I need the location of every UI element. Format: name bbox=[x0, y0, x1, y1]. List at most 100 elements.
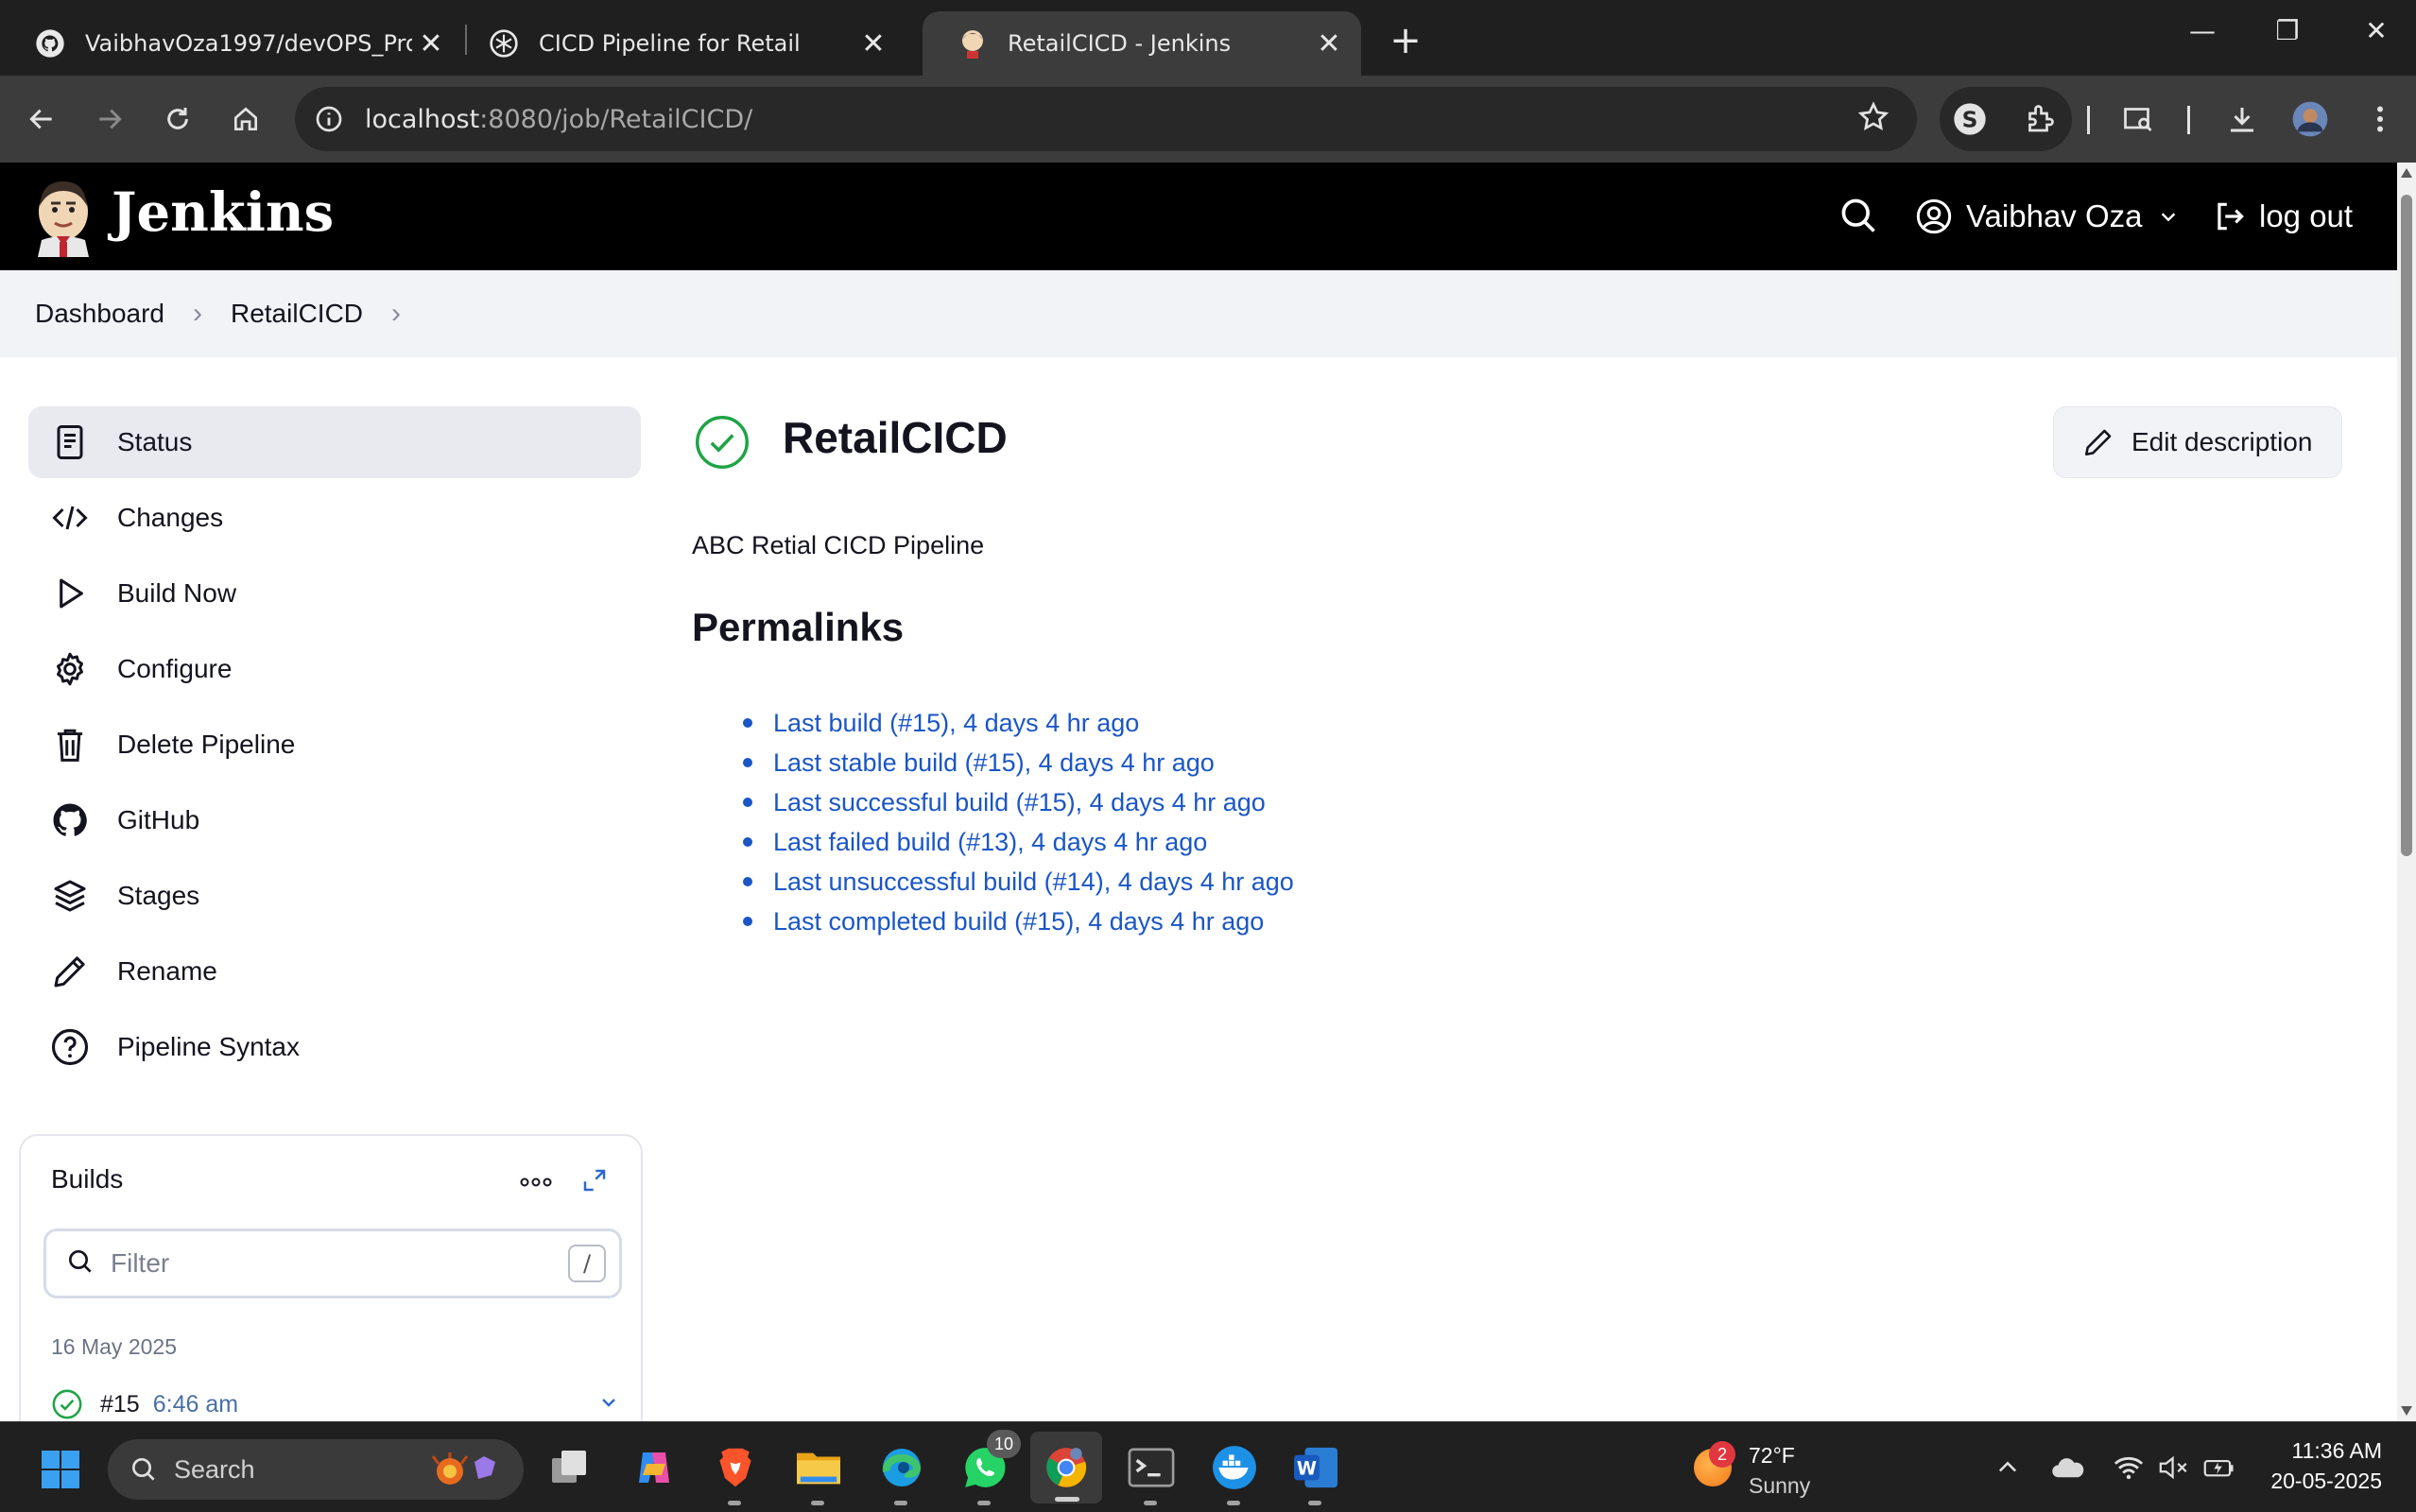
minimize-icon[interactable]: — bbox=[2174, 15, 2231, 46]
permalink-last-build[interactable]: Last build (#15), 4 days 4 hr ago bbox=[773, 709, 1139, 738]
url-host: localhost bbox=[365, 104, 480, 134]
more-options-icon[interactable] bbox=[520, 1162, 552, 1195]
list-item: Last stable build (#15), 4 days 4 hr ago bbox=[739, 743, 1294, 782]
tab-search-icon[interactable] bbox=[2115, 96, 2161, 142]
download-icon[interactable] bbox=[2219, 96, 2265, 142]
jenkins-logo-icon[interactable] bbox=[34, 178, 93, 257]
chatgpt-icon bbox=[488, 27, 520, 60]
system-clock[interactable]: 11:36 AM 20-05-2025 bbox=[2250, 1435, 2382, 1496]
forward-icon[interactable] bbox=[87, 96, 132, 142]
new-tab-button[interactable]: + bbox=[1382, 17, 1429, 64]
scroll-thumb[interactable] bbox=[2401, 195, 2412, 856]
close-icon[interactable]: ✕ bbox=[412, 27, 450, 60]
windows-start-icon[interactable] bbox=[38, 1447, 83, 1492]
window-close-icon[interactable]: ✕ bbox=[2348, 15, 2405, 46]
user-menu-button[interactable]: Vaibhav Oza bbox=[1915, 183, 2179, 249]
pencil-icon bbox=[2082, 426, 2114, 458]
edit-description-label: Edit description bbox=[2131, 427, 2313, 456]
permalink-last-failed-build[interactable]: Last failed build (#13), 4 days 4 hr ago bbox=[773, 828, 1207, 857]
user-name: Vaibhav Oza bbox=[1966, 198, 2143, 233]
chrome-browser-icon[interactable] bbox=[1030, 1432, 1102, 1503]
build-date-group: 16 May 2025 bbox=[51, 1334, 177, 1359]
permalink-last-successful-build[interactable]: Last successful build (#15), 4 days 4 hr… bbox=[773, 788, 1266, 817]
sidebar-item-delete-pipeline[interactable]: Delete Pipeline bbox=[28, 709, 641, 781]
word-icon[interactable]: W bbox=[1289, 1441, 1342, 1505]
scroll-down-arrow-icon[interactable] bbox=[2401, 1406, 2412, 1416]
layers-icon bbox=[49, 875, 91, 917]
site-info-icon[interactable] bbox=[310, 100, 348, 138]
restore-icon[interactable]: ❐ bbox=[2259, 15, 2316, 46]
success-icon bbox=[51, 1388, 83, 1420]
builds-filter[interactable]: / bbox=[43, 1228, 622, 1298]
running-indicator bbox=[1144, 1501, 1157, 1505]
back-icon[interactable] bbox=[19, 96, 64, 142]
page-scrollbar[interactable] bbox=[2397, 163, 2416, 1421]
onedrive-cloud-icon[interactable] bbox=[2051, 1451, 2085, 1485]
wifi-icon[interactable] bbox=[2112, 1451, 2146, 1485]
task-view-icon[interactable] bbox=[543, 1441, 595, 1494]
edit-description-button[interactable]: Edit description bbox=[2053, 406, 2342, 478]
sidebar-item-configure[interactable]: Configure bbox=[28, 633, 641, 705]
bullet bbox=[743, 718, 752, 728]
weather-temp: 72°F bbox=[1749, 1443, 1795, 1468]
reload-icon[interactable] bbox=[155, 96, 200, 142]
profile-avatar[interactable] bbox=[2287, 96, 2333, 142]
taskbar-search[interactable]: Search bbox=[108, 1439, 524, 1500]
menu-kebab-icon[interactable] bbox=[2357, 96, 2403, 142]
sidebar-item-label: Pipeline Syntax bbox=[117, 1032, 301, 1061]
search-icon bbox=[65, 1246, 95, 1280]
chevron-right-icon[interactable]: › bbox=[391, 298, 401, 330]
sidebar-item-stages[interactable]: Stages bbox=[28, 860, 641, 932]
chevron-right-icon[interactable]: › bbox=[193, 298, 202, 330]
scroll-up-arrow-icon[interactable] bbox=[2401, 168, 2412, 178]
expand-icon[interactable] bbox=[580, 1166, 609, 1198]
search-icon bbox=[129, 1454, 159, 1485]
address-bar[interactable]: localhost:8080/job/RetailCICD/ bbox=[295, 87, 1917, 151]
extensions-icon[interactable] bbox=[2017, 96, 2062, 142]
file-explorer-icon[interactable] bbox=[792, 1441, 845, 1505]
close-icon[interactable]: ✕ bbox=[1310, 27, 1348, 60]
browser-tab-jenkins[interactable]: RetailCICD - Jenkins ✕ bbox=[923, 11, 1361, 76]
whatsapp-icon[interactable]: 10 bbox=[958, 1430, 1021, 1505]
breadcrumb-retailcicd[interactable]: RetailCICD bbox=[231, 299, 363, 329]
sidebar-item-label: Changes bbox=[117, 503, 224, 532]
toolbar-divider bbox=[2087, 106, 2090, 134]
sidebar-item-changes[interactable]: Changes bbox=[28, 482, 641, 554]
build-row[interactable]: #15 6:46 am bbox=[51, 1383, 628, 1425]
home-icon[interactable] bbox=[223, 96, 268, 142]
build-number[interactable]: #15 bbox=[100, 1391, 140, 1418]
chevron-up-icon[interactable] bbox=[1991, 1451, 2025, 1485]
terminal-icon[interactable] bbox=[1125, 1441, 1178, 1505]
builds-filter-input[interactable] bbox=[111, 1248, 568, 1279]
browser-tab-chatgpt[interactable]: CICD Pipeline for Retail ✕ bbox=[454, 11, 906, 76]
breadcrumb-dashboard[interactable]: Dashboard bbox=[35, 299, 164, 329]
url-path: :8080/job/RetailCICD/ bbox=[479, 104, 753, 134]
docker-icon[interactable] bbox=[1208, 1441, 1261, 1505]
logout-button[interactable]: log out bbox=[2212, 183, 2353, 249]
search-icon[interactable] bbox=[1838, 195, 1879, 236]
bookmark-star-icon[interactable] bbox=[1856, 100, 1890, 138]
battery-icon[interactable] bbox=[2202, 1451, 2236, 1485]
permalink-last-unsuccessful-build[interactable]: Last unsuccessful build (#14), 4 days 4 … bbox=[773, 868, 1294, 897]
close-icon[interactable]: ✕ bbox=[854, 27, 892, 60]
brave-browser-icon[interactable] bbox=[709, 1441, 762, 1505]
browser-tab-github[interactable]: VaibhavOza1997/devOPS_Proje ✕ bbox=[0, 11, 463, 76]
sidebar-item-github[interactable]: GitHub bbox=[28, 784, 641, 856]
sidebar-item-build-now[interactable]: Build Now bbox=[28, 558, 641, 629]
permalinks-list: Last build (#15), 4 days 4 hr ago Last s… bbox=[739, 703, 1294, 941]
sidebar-item-label: GitHub bbox=[117, 805, 200, 834]
copilot-icon[interactable] bbox=[628, 1441, 681, 1494]
permalink-last-completed-build[interactable]: Last completed build (#15), 4 days 4 hr … bbox=[773, 907, 1264, 936]
sidebar-item-pipeline-syntax[interactable]: Pipeline Syntax bbox=[28, 1011, 641, 1083]
sidebar-item-status[interactable]: Status bbox=[28, 406, 641, 478]
sidebar-item-label: Rename bbox=[117, 956, 217, 986]
chevron-down-icon[interactable] bbox=[597, 1391, 620, 1418]
volume-muted-icon[interactable] bbox=[2157, 1451, 2191, 1485]
permalink-last-stable-build[interactable]: Last stable build (#15), 4 days 4 hr ago bbox=[773, 748, 1215, 778]
gear-icon bbox=[49, 648, 91, 690]
page-title: RetailCICD bbox=[783, 413, 1008, 462]
profile-s-icon[interactable]: S bbox=[1947, 96, 1993, 142]
edge-browser-icon[interactable] bbox=[875, 1441, 928, 1505]
sidebar-item-rename[interactable]: Rename bbox=[28, 936, 641, 1007]
jenkins-brand[interactable]: Jenkins bbox=[112, 181, 334, 244]
